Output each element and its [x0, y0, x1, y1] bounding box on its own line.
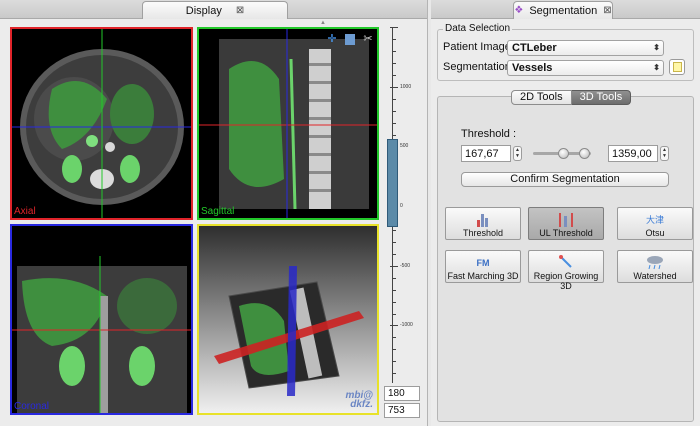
- tool-label: Watershed: [633, 271, 677, 281]
- tick-label: -500: [400, 263, 411, 269]
- confirm-segmentation-button[interactable]: Confirm Segmentation: [461, 172, 669, 187]
- threshold-histogram-icon: [446, 211, 520, 229]
- otsu-tool-button[interactable]: 大津 Otsu: [617, 207, 693, 240]
- coronal-view[interactable]: Coronal: [10, 224, 193, 415]
- ul-threshold-tool-button[interactable]: UL Threshold: [528, 207, 604, 240]
- spin-arrows-icon[interactable]: ▲ ▼: [513, 146, 522, 161]
- patient-image-value: CTLeber: [512, 42, 557, 54]
- segmentation-select[interactable]: Vessels ⬍: [507, 60, 664, 76]
- axial-image: [12, 29, 191, 218]
- lower-handle[interactable]: [558, 148, 569, 159]
- display-tab[interactable]: Display ⊠: [142, 1, 288, 19]
- patient-image-select[interactable]: CTLeber ⬍: [507, 40, 664, 56]
- upper-handle[interactable]: [579, 148, 590, 159]
- region-growing-icon: [529, 254, 603, 272]
- segmentation-icon: ❖: [514, 5, 524, 16]
- 3d-view[interactable]: mbi@ dkfz.: [197, 224, 379, 415]
- level-input[interactable]: 180: [384, 386, 420, 401]
- logo-line2: dkfz.: [350, 399, 373, 410]
- tick-label: 500: [400, 143, 409, 149]
- data-selection-title: Data Selection: [443, 23, 513, 34]
- tool-label: Fast Marching 3D: [447, 271, 519, 281]
- segmentation-tab-title: Segmentation: [529, 4, 598, 17]
- close-icon[interactable]: ⊠: [603, 5, 611, 16]
- axial-label: Axial: [14, 206, 36, 217]
- tab-3d-tools[interactable]: 3D Tools: [571, 90, 632, 105]
- fast-marching-icon: FM: [476, 258, 490, 268]
- level-window-range[interactable]: [387, 139, 398, 227]
- coronal-label: Coronal: [14, 401, 50, 412]
- tick-label: -1000: [400, 322, 413, 328]
- tick-label: 1000: [400, 84, 412, 90]
- threshold-range-slider[interactable]: [533, 148, 591, 159]
- tab-2d-tools[interactable]: 2D Tools: [511, 90, 572, 105]
- segmentation-tab-strip: ❖ Segmentation ⊠: [431, 0, 700, 19]
- watershed-icon: [618, 254, 692, 272]
- coronal-image: [12, 256, 191, 413]
- display-panel: Display ⊠ ▲ Axial ✛ ✂ Sagittal Coronal m…: [0, 0, 428, 426]
- view-toolbar: ✛ ✂: [327, 34, 373, 45]
- chevron-updown-icon: ⬍: [653, 63, 660, 72]
- maximize-icon[interactable]: [345, 34, 355, 45]
- threshold-label: Threshold :: [461, 128, 517, 140]
- ul-threshold-icon: [529, 211, 603, 229]
- watershed-tool-button[interactable]: Watershed: [617, 250, 693, 283]
- tool-tabs: 2D Tools 3D Tools: [511, 90, 632, 105]
- segmentation-tab[interactable]: ❖ Segmentation ⊠: [513, 1, 613, 19]
- display-tab-title: Display: [185, 4, 222, 17]
- crosshair-icon[interactable]: ✛: [327, 34, 337, 45]
- splitter-handle[interactable]: ▲: [320, 20, 326, 26]
- window-input[interactable]: 753: [384, 403, 420, 418]
- lower-threshold-spinbox[interactable]: 167,67 ▲ ▼: [461, 145, 522, 162]
- tool-label: Threshold: [462, 228, 504, 238]
- tick-label: 0: [400, 203, 403, 209]
- region-growing-tool-button[interactable]: Region Growing 3D: [528, 250, 604, 291]
- tool-label: UL Threshold: [539, 228, 593, 238]
- otsu-icon: 大津: [645, 215, 664, 225]
- patient-image-label: Patient Image: [443, 41, 511, 53]
- new-document-icon: [673, 62, 682, 72]
- sagittal-image: [199, 29, 377, 218]
- threshold-tool-button[interactable]: Threshold: [445, 207, 521, 240]
- display-tab-strip: Display ⊠: [0, 0, 427, 19]
- upper-threshold-input[interactable]: 1359,00: [608, 145, 658, 162]
- tools-icon[interactable]: ✂: [363, 34, 373, 45]
- fast-marching-tool-button[interactable]: FM Fast Marching 3D: [445, 250, 521, 283]
- sagittal-view[interactable]: ✛ ✂ Sagittal: [197, 27, 379, 220]
- new-segmentation-button[interactable]: [669, 59, 685, 75]
- sagittal-label: Sagittal: [201, 206, 235, 217]
- tool-label: Region Growing 3D: [533, 271, 599, 291]
- segmentation-panel: ❖ Segmentation ⊠ Data Selection Patient …: [431, 0, 700, 426]
- chevron-updown-icon: ⬍: [653, 43, 660, 52]
- segmentation-value: Vessels: [512, 62, 553, 74]
- close-icon[interactable]: ⊠: [236, 5, 244, 16]
- 3d-render: [214, 266, 364, 396]
- spin-arrows-icon[interactable]: ▲ ▼: [660, 146, 669, 161]
- level-window-slider[interactable]: 1000 500 0 -500 -1000: [382, 27, 426, 383]
- tool-label: Otsu: [645, 228, 665, 238]
- axial-view[interactable]: Axial: [10, 27, 193, 220]
- upper-threshold-spinbox[interactable]: 1359,00 ▲ ▼: [608, 145, 669, 162]
- lower-threshold-input[interactable]: 167,67: [461, 145, 511, 162]
- segmentation-label: Segmentation: [443, 61, 511, 73]
- mbi-logo: mbi@ dkfz.: [345, 391, 373, 410]
